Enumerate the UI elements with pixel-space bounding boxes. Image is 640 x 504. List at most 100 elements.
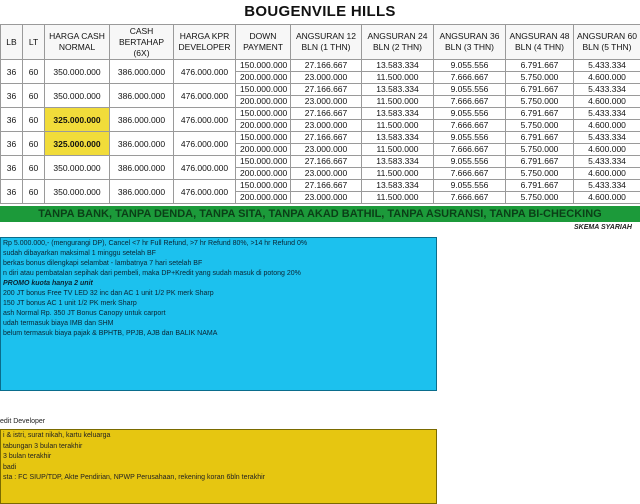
installment-36-cell[interactable]: 7.666.667 [434,120,506,132]
installment-60-cell[interactable]: 5.433.334 [574,132,640,144]
installment-12-cell[interactable]: 27.166.667 [291,156,362,168]
installment-cash-cell[interactable]: 386.000.000 [110,84,174,108]
installment-48-cell[interactable]: 6.791.667 [506,84,574,96]
cash-price-cell[interactable]: 325.000.000 [45,132,110,156]
cash-price-cell[interactable]: 350.000.000 [45,180,110,204]
down-payment-cell[interactable]: 200.000.000 [236,192,291,204]
installment-60-cell[interactable]: 4.600.000 [574,120,640,132]
lb-cell[interactable]: 36 [1,132,23,156]
installment-12-cell[interactable]: 27.166.667 [291,180,362,192]
installment-24-cell[interactable]: 13.583.334 [362,60,434,72]
column-header[interactable]: ANGSURAN 24 BLN (2 THN) [362,25,434,60]
lt-cell[interactable]: 60 [23,108,45,132]
cash-price-cell[interactable]: 325.000.000 [45,108,110,132]
installment-24-cell[interactable]: 13.583.334 [362,180,434,192]
installment-24-cell[interactable]: 11.500.000 [362,96,434,108]
installment-cash-cell[interactable]: 386.000.000 [110,60,174,84]
installment-24-cell[interactable]: 13.583.334 [362,84,434,96]
lb-cell[interactable]: 36 [1,84,23,108]
column-header[interactable]: HARGA KPR DEVELOPER [174,25,236,60]
installment-24-cell[interactable]: 11.500.000 [362,72,434,84]
down-payment-cell[interactable]: 200.000.000 [236,96,291,108]
installment-24-cell[interactable]: 11.500.000 [362,120,434,132]
installment-12-cell[interactable]: 27.166.667 [291,84,362,96]
kpr-price-cell[interactable]: 476.000.000 [174,132,236,156]
installment-48-cell[interactable]: 5.750.000 [506,168,574,180]
installment-48-cell[interactable]: 6.791.667 [506,60,574,72]
lb-cell[interactable]: 36 [1,156,23,180]
column-header[interactable]: HARGA CASH NORMAL [45,25,110,60]
down-payment-cell[interactable]: 150.000.000 [236,108,291,120]
lt-cell[interactable]: 60 [23,132,45,156]
column-header[interactable]: ANGSURAN 60 BLN (5 THN) [574,25,640,60]
installment-36-cell[interactable]: 7.666.667 [434,144,506,156]
installment-12-cell[interactable]: 27.166.667 [291,132,362,144]
installment-60-cell[interactable]: 5.433.334 [574,108,640,120]
down-payment-cell[interactable]: 200.000.000 [236,168,291,180]
installment-36-cell[interactable]: 9.055.556 [434,60,506,72]
cash-price-cell[interactable]: 350.000.000 [45,156,110,180]
lt-cell[interactable]: 60 [23,180,45,204]
column-header[interactable]: DOWN PAYMENT [236,25,291,60]
installment-48-cell[interactable]: 5.750.000 [506,72,574,84]
installment-36-cell[interactable]: 9.055.556 [434,156,506,168]
installment-60-cell[interactable]: 4.600.000 [574,96,640,108]
installment-60-cell[interactable]: 5.433.334 [574,156,640,168]
installment-12-cell[interactable]: 23.000.000 [291,120,362,132]
installment-60-cell[interactable]: 5.433.334 [574,180,640,192]
column-header[interactable]: LT [23,25,45,60]
installment-60-cell[interactable]: 4.600.000 [574,72,640,84]
lb-cell[interactable]: 36 [1,108,23,132]
installment-36-cell[interactable]: 7.666.667 [434,72,506,84]
installment-48-cell[interactable]: 5.750.000 [506,120,574,132]
installment-cash-cell[interactable]: 386.000.000 [110,132,174,156]
installment-48-cell[interactable]: 5.750.000 [506,96,574,108]
kpr-price-cell[interactable]: 476.000.000 [174,60,236,84]
installment-48-cell[interactable]: 6.791.667 [506,108,574,120]
cash-price-cell[interactable]: 350.000.000 [45,84,110,108]
installment-12-cell[interactable]: 23.000.000 [291,168,362,180]
down-payment-cell[interactable]: 150.000.000 [236,132,291,144]
installment-12-cell[interactable]: 23.000.000 [291,96,362,108]
down-payment-cell[interactable]: 150.000.000 [236,156,291,168]
installment-60-cell[interactable]: 5.433.334 [574,84,640,96]
installment-60-cell[interactable]: 4.600.000 [574,168,640,180]
down-payment-cell[interactable]: 200.000.000 [236,120,291,132]
lb-cell[interactable]: 36 [1,60,23,84]
installment-24-cell[interactable]: 11.500.000 [362,144,434,156]
installment-cash-cell[interactable]: 386.000.000 [110,156,174,180]
kpr-price-cell[interactable]: 476.000.000 [174,108,236,132]
installment-12-cell[interactable]: 27.166.667 [291,108,362,120]
installment-48-cell[interactable]: 6.791.667 [506,180,574,192]
installment-60-cell[interactable]: 5.433.334 [574,60,640,72]
installment-24-cell[interactable]: 11.500.000 [362,192,434,204]
installment-12-cell[interactable]: 27.166.667 [291,60,362,72]
lb-cell[interactable]: 36 [1,180,23,204]
installment-cash-cell[interactable]: 386.000.000 [110,108,174,132]
kpr-price-cell[interactable]: 476.000.000 [174,156,236,180]
installment-48-cell[interactable]: 5.750.000 [506,192,574,204]
column-header[interactable]: ANGSURAN 48 BLN (4 THN) [506,25,574,60]
installment-36-cell[interactable]: 9.055.556 [434,180,506,192]
lt-cell[interactable]: 60 [23,156,45,180]
installment-24-cell[interactable]: 13.583.334 [362,108,434,120]
down-payment-cell[interactable]: 150.000.000 [236,84,291,96]
cash-price-cell[interactable]: 350.000.000 [45,60,110,84]
down-payment-cell[interactable]: 150.000.000 [236,180,291,192]
down-payment-cell[interactable]: 200.000.000 [236,72,291,84]
installment-48-cell[interactable]: 6.791.667 [506,156,574,168]
installment-24-cell[interactable]: 13.583.334 [362,156,434,168]
installment-60-cell[interactable]: 4.600.000 [574,192,640,204]
installment-36-cell[interactable]: 7.666.667 [434,168,506,180]
kpr-price-cell[interactable]: 476.000.000 [174,180,236,204]
installment-36-cell[interactable]: 9.055.556 [434,84,506,96]
installment-60-cell[interactable]: 4.600.000 [574,144,640,156]
down-payment-cell[interactable]: 150.000.000 [236,60,291,72]
installment-36-cell[interactable]: 7.666.667 [434,192,506,204]
column-header[interactable]: LB [1,25,23,60]
installment-36-cell[interactable]: 9.055.556 [434,132,506,144]
lt-cell[interactable]: 60 [23,84,45,108]
down-payment-cell[interactable]: 200.000.000 [236,144,291,156]
installment-24-cell[interactable]: 11.500.000 [362,168,434,180]
column-header[interactable]: ANGSURAN 36 BLN (3 THN) [434,25,506,60]
